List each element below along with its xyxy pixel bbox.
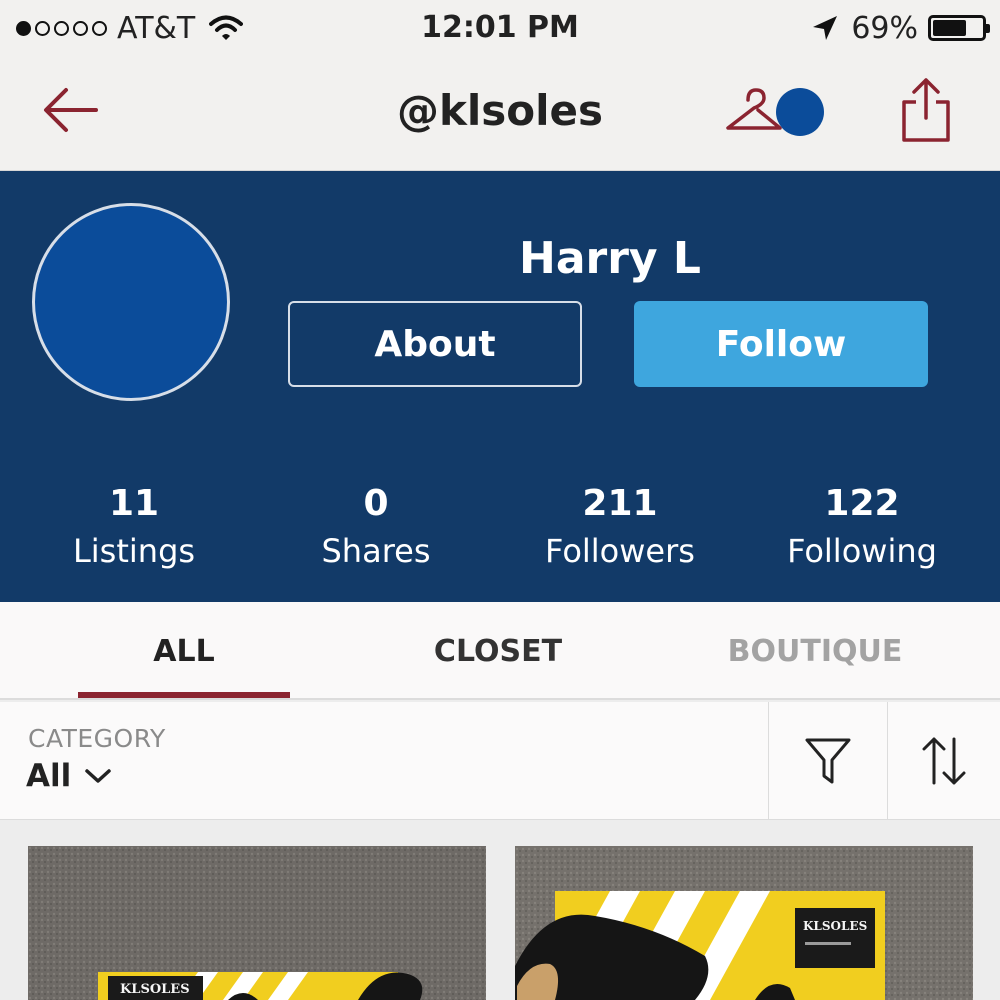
follow-button[interactable]: Follow	[634, 301, 928, 387]
stat-label: Listings	[72, 532, 196, 570]
stat-shares[interactable]: 0 Shares	[276, 481, 476, 575]
stat-count: 211	[582, 483, 658, 524]
status-bar-left: AT&T	[16, 10, 244, 46]
tab-closet[interactable]: CLOSET	[398, 602, 598, 700]
funnel-icon	[805, 738, 851, 784]
stat-count: 11	[108, 483, 160, 524]
status-bar: AT&T 12:01 PM 69%	[0, 0, 1000, 58]
listing-photo: KLSOLES	[28, 846, 486, 1000]
listing-photo: KLSOLES	[515, 846, 973, 1000]
stat-following[interactable]: 122 Following	[762, 481, 962, 575]
sort-button[interactable]	[887, 702, 1000, 820]
stat-listings[interactable]: 11 Listings	[34, 481, 234, 575]
wifi-icon	[209, 15, 244, 40]
category-dropdown[interactable]: All	[26, 758, 113, 794]
listings-grid: KLSOLES KLSOLES	[0, 820, 1000, 1000]
closet-avatar-dot	[776, 88, 824, 136]
page-title: @klsoles	[396, 86, 604, 135]
listing-tabs: ALL CLOSET BOUTIQUE	[0, 602, 1000, 700]
location-arrow-icon	[813, 16, 838, 40]
listing-card[interactable]: KLSOLES	[28, 846, 486, 1000]
sort-arrows-icon	[922, 737, 966, 785]
filter-button[interactable]	[768, 702, 887, 820]
avatar[interactable]	[32, 203, 230, 401]
profile-name: Harry L	[519, 233, 701, 284]
profile-stats: 11 Listings 0 Shares 211 Followers 122 F…	[0, 481, 1000, 581]
battery-percent: 69%	[851, 10, 918, 46]
status-bar-right: 69%	[811, 10, 990, 46]
arrow-left-icon	[44, 88, 98, 132]
hanger-icon	[726, 88, 782, 130]
active-tab-indicator	[78, 692, 290, 698]
stat-count: 0	[363, 483, 389, 524]
about-button[interactable]: About	[288, 301, 582, 387]
stat-label: Shares	[321, 532, 431, 570]
profile-header: Harry L About Follow 11 Listings 0 Share…	[0, 171, 1000, 602]
closet-button[interactable]	[724, 84, 828, 140]
filter-bar: CATEGORY All	[0, 702, 1000, 820]
back-button[interactable]	[40, 82, 104, 138]
listing-card[interactable]: KLSOLES	[515, 846, 973, 1000]
listing-brand-text: KLSOLES	[120, 982, 190, 997]
tab-all[interactable]: ALL	[78, 602, 290, 700]
category-value: All	[26, 758, 72, 794]
battery-fill	[933, 20, 967, 36]
share-button[interactable]	[896, 74, 956, 146]
carrier-name: AT&T	[117, 10, 196, 46]
stat-label: Followers	[545, 532, 695, 570]
stat-label: Following	[787, 532, 937, 570]
listing-brand-text: KLSOLES	[803, 919, 867, 933]
share-icon	[902, 78, 950, 142]
signal-strength-icon	[16, 20, 107, 36]
battery-icon	[928, 15, 990, 41]
stat-count: 122	[824, 483, 900, 524]
category-label: CATEGORY	[28, 724, 166, 753]
chevron-down-icon	[85, 769, 111, 783]
nav-bar: @klsoles	[0, 58, 1000, 171]
stat-followers[interactable]: 211 Followers	[520, 481, 720, 575]
tab-boutique[interactable]: BOUTIQUE	[700, 602, 930, 700]
